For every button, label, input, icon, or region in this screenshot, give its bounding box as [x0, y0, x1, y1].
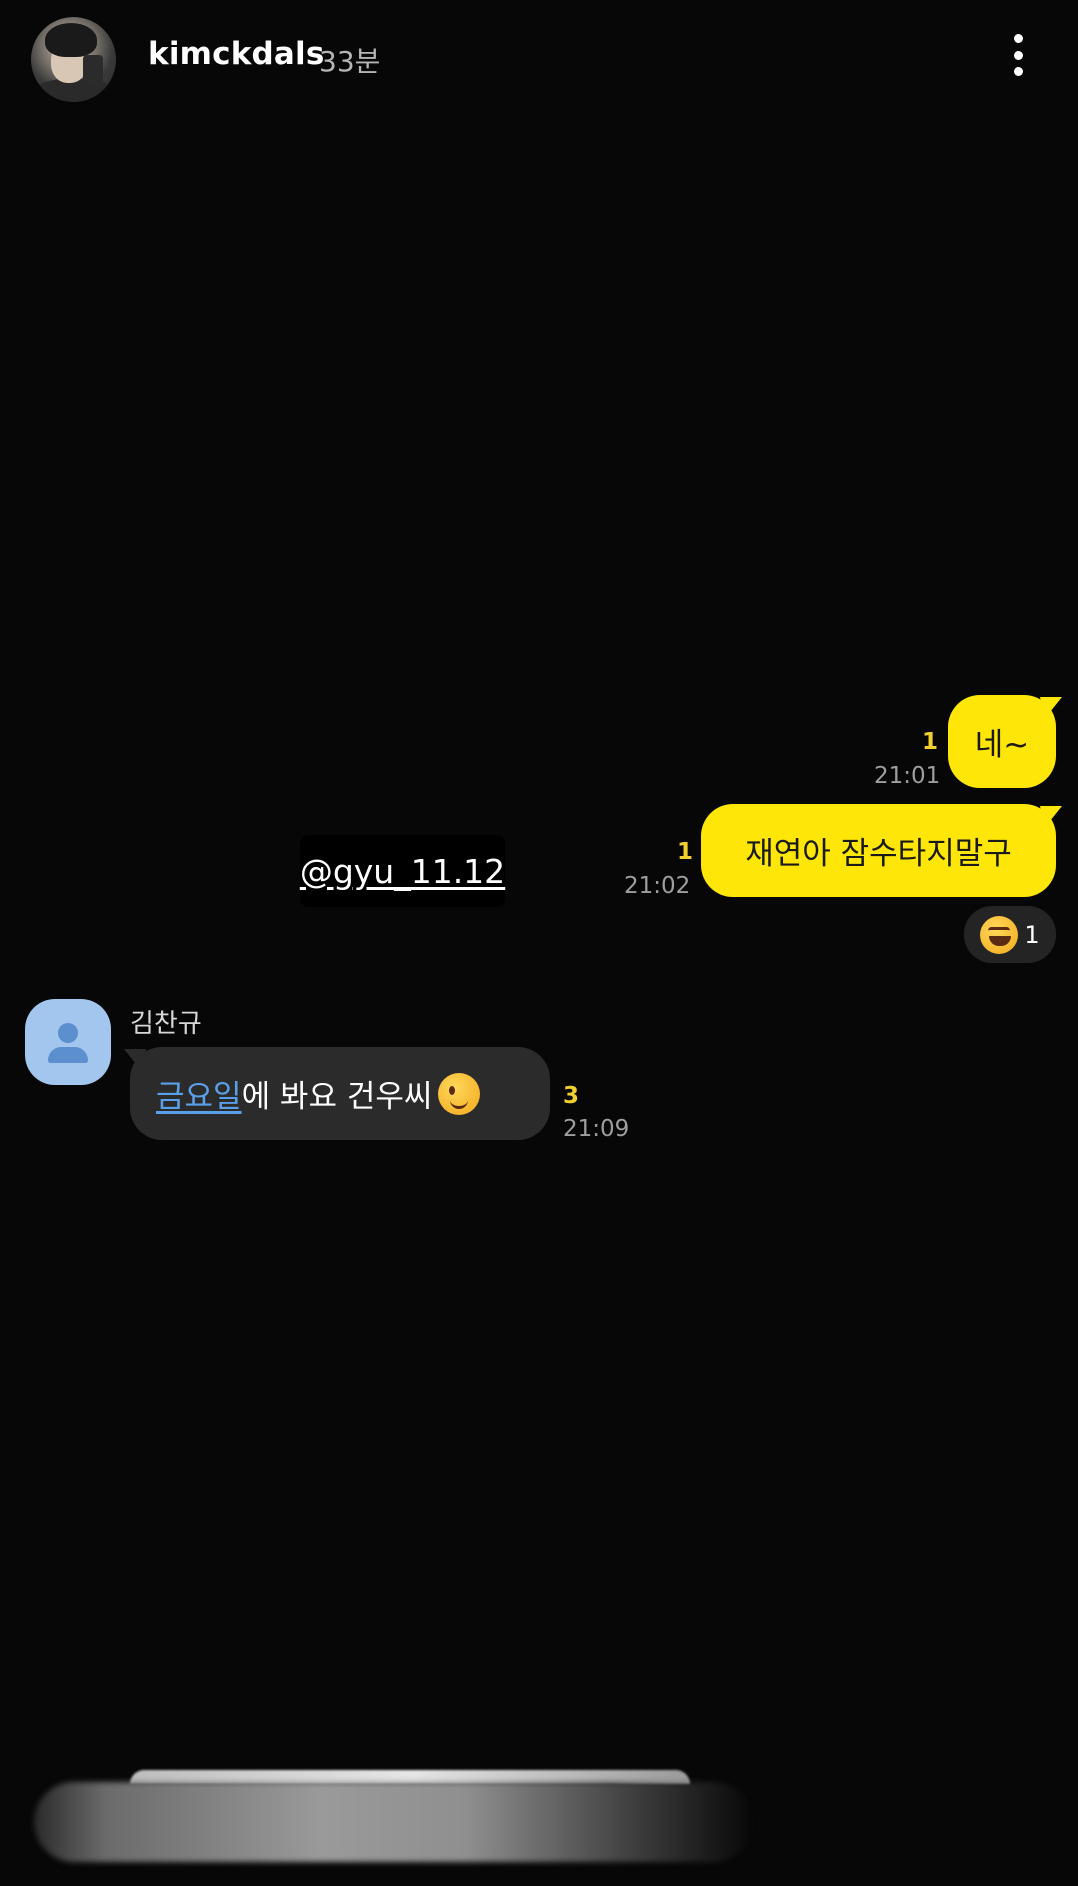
more-options-icon[interactable]: [1000, 30, 1036, 80]
profile-avatar[interactable]: [31, 17, 116, 102]
unread-count: 1: [677, 839, 694, 865]
mention-text: @gyu_11.12: [299, 851, 506, 891]
sender-avatar: [25, 999, 111, 1085]
message-reaction[interactable]: 1: [964, 906, 1056, 963]
post-time: 33분: [319, 45, 381, 78]
story-screen: kimckdals 33분 1 21:01 네~ 1 21:02 재연아 잠수타…: [0, 0, 1078, 1886]
sent-message-bubble: 재연아 잠수타지말구: [701, 804, 1056, 897]
sent-message-bubble: 네~: [948, 695, 1056, 788]
received-message-bubble: 금요일 에 봐요 건우씨: [130, 1047, 550, 1140]
sender-name: 김찬규: [130, 1009, 202, 1039]
message-time: 21:01: [874, 763, 941, 789]
reply-input[interactable]: [34, 1782, 754, 1862]
story-header: kimckdals 33분: [0, 0, 1078, 120]
winking-emoji-icon: [438, 1072, 481, 1115]
person-icon: [58, 1023, 78, 1043]
mention-sticker[interactable]: @gyu_11.12: [300, 835, 505, 907]
avatar-phone: [83, 55, 103, 85]
message-time: 21:09: [563, 1116, 630, 1142]
dot: [1013, 50, 1023, 60]
date-link[interactable]: 금요일: [156, 1071, 242, 1116]
laughing-emoji-icon: [980, 915, 1019, 954]
unread-count: 3: [563, 1083, 580, 1109]
unread-count: 1: [922, 729, 939, 755]
dot: [1013, 34, 1023, 43]
person-body: [48, 1047, 88, 1063]
dot: [1013, 67, 1023, 76]
reaction-count: 1: [1024, 920, 1040, 949]
message-time: 21:02: [624, 873, 691, 899]
message-text: 에 봐요 건우씨: [241, 1079, 433, 1115]
username[interactable]: kimckdals: [148, 36, 325, 72]
avatar-hair: [45, 23, 97, 57]
